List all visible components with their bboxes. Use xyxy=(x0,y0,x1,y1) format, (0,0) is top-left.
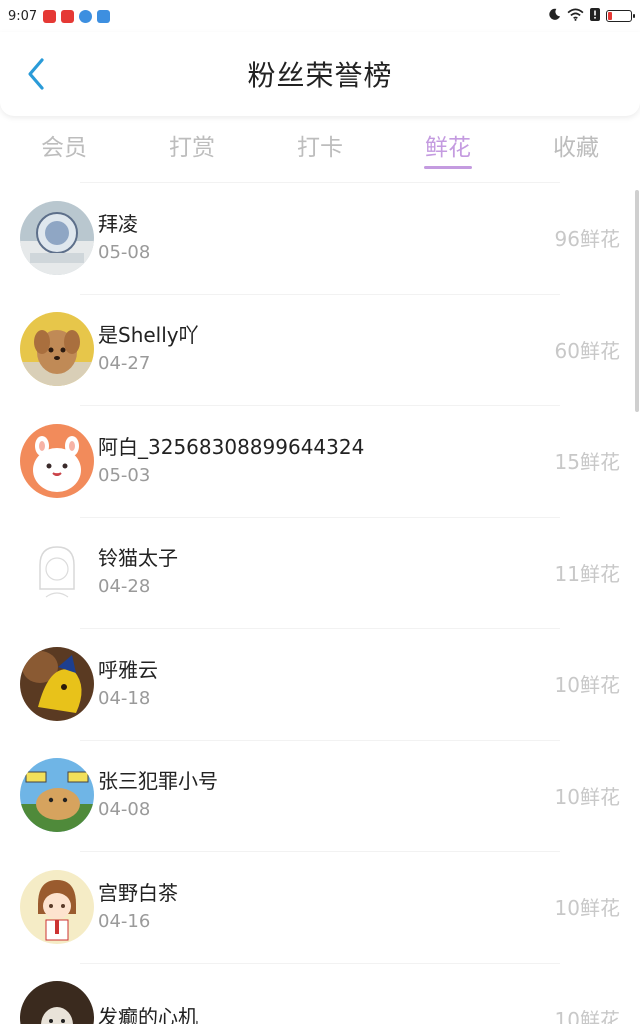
notification-red-icon xyxy=(43,9,57,23)
user-info: 呼雅云 04-18 xyxy=(98,656,158,712)
alert-icon xyxy=(590,7,600,25)
notification-red-icon xyxy=(61,9,75,23)
user-name: 拜凌 xyxy=(98,211,138,236)
list-item[interactable]: 发癫的心机 10鲜花 xyxy=(0,962,640,1024)
status-time: 9:07 xyxy=(8,8,38,24)
flower-count: 10鲜花 xyxy=(554,1007,620,1024)
user-date: 05-03 xyxy=(98,464,151,486)
user-date: 04-18 xyxy=(98,687,151,709)
flower-count: 10鲜花 xyxy=(554,896,620,921)
notification-blue-icon xyxy=(79,9,93,23)
list-item[interactable]: 张三犯罪小号 04-08 10鲜花 xyxy=(0,739,640,852)
avatar[interactable] xyxy=(20,981,94,1024)
avatar[interactable] xyxy=(20,758,94,833)
user-info: 宫野白茶 04-16 xyxy=(98,879,178,935)
list-item[interactable]: 铃猫太子 04-28 11鲜花 xyxy=(0,516,640,629)
user-info: 是Shelly吖 04-27 xyxy=(98,321,199,377)
tab-label: 收藏 xyxy=(553,135,599,161)
notification-cloud-icon xyxy=(97,9,111,23)
user-name: 发癫的心机 xyxy=(98,1005,198,1024)
back-button[interactable] xyxy=(16,54,56,94)
user-date: 04-08 xyxy=(98,799,151,821)
flower-count: 15鲜花 xyxy=(554,450,620,475)
user-info: 铃猫太子 04-28 xyxy=(98,544,178,600)
list-item[interactable]: 宫野白茶 04-16 10鲜花 xyxy=(0,851,640,963)
user-info: 发癫的心机 xyxy=(98,1003,198,1024)
chevron-left-icon xyxy=(28,58,44,90)
user-date: 05-08 xyxy=(98,241,151,263)
status-bar: 9:07 xyxy=(0,0,640,32)
avatar[interactable] xyxy=(20,535,94,610)
tab-bar: 会员 打赏 打卡 鲜花 收藏 xyxy=(0,116,640,182)
list-item[interactable]: 是Shelly吖 04-27 60鲜花 xyxy=(0,293,640,406)
flower-count: 60鲜花 xyxy=(554,338,620,363)
tab-label: 鲜花 xyxy=(425,135,471,161)
tab-flowers[interactable]: 鲜花 xyxy=(384,116,512,182)
user-date: 04-27 xyxy=(98,353,151,375)
tab-checkin[interactable]: 打卡 xyxy=(256,116,384,182)
flower-count: 11鲜花 xyxy=(554,561,620,586)
flower-count: 10鲜花 xyxy=(554,673,620,698)
active-tab-indicator xyxy=(424,166,472,169)
user-name: 铃猫太子 xyxy=(98,546,178,571)
user-date: 04-28 xyxy=(98,576,151,598)
user-info: 张三犯罪小号 04-08 xyxy=(98,767,218,823)
user-date: 04-16 xyxy=(98,910,151,932)
list-item[interactable]: 呼雅云 04-18 10鲜花 xyxy=(0,628,640,740)
user-name: 宫野白茶 xyxy=(98,880,178,905)
user-name: 呼雅云 xyxy=(98,657,158,682)
tab-label: 会员 xyxy=(41,135,87,161)
tab-tips[interactable]: 打赏 xyxy=(128,116,256,182)
list-item[interactable]: 拜凌 05-08 96鲜花 xyxy=(0,182,640,294)
avatar[interactable] xyxy=(20,646,94,721)
page-header: 粉丝荣誉榜 xyxy=(0,32,640,116)
user-info: 阿白_3256830889964432​4 05-03 xyxy=(98,433,364,489)
tab-label: 打赏 xyxy=(169,135,215,161)
app-screen: 9:07 粉丝荣誉榜 会员 打赏 打卡 鲜花 收藏 拜凌 05-08 96鲜花 … xyxy=(0,0,640,1024)
avatar[interactable] xyxy=(20,423,94,498)
user-name: 张三犯罪小号 xyxy=(98,769,218,794)
fan-ranking-list: 拜凌 05-08 96鲜花 是Shelly吖 04-27 60鲜花 阿白_325… xyxy=(0,182,640,1024)
scrollbar[interactable] xyxy=(635,190,639,412)
tab-members[interactable]: 会员 xyxy=(0,116,128,182)
avatar[interactable] xyxy=(20,312,94,387)
user-info: 拜凌 05-08 xyxy=(98,210,150,266)
user-name: 阿白_3256830889964432​4 xyxy=(98,434,365,459)
list-item[interactable]: 阿白_3256830889964432​4 05-03 15鲜花 xyxy=(0,405,640,517)
moon-icon xyxy=(548,8,561,25)
page-title: 粉丝荣誉榜 xyxy=(247,59,393,92)
avatar[interactable] xyxy=(20,869,94,944)
flower-count: 96鲜花 xyxy=(554,227,620,252)
wifi-icon xyxy=(567,8,584,25)
tab-favorites[interactable]: 收藏 xyxy=(512,116,640,182)
tab-label: 打卡 xyxy=(297,135,343,161)
user-name: 是Shelly吖 xyxy=(98,323,199,348)
flower-count: 10鲜花 xyxy=(554,784,620,809)
status-right-icons xyxy=(548,7,635,25)
battery-icon xyxy=(606,10,635,22)
avatar[interactable] xyxy=(20,200,94,275)
